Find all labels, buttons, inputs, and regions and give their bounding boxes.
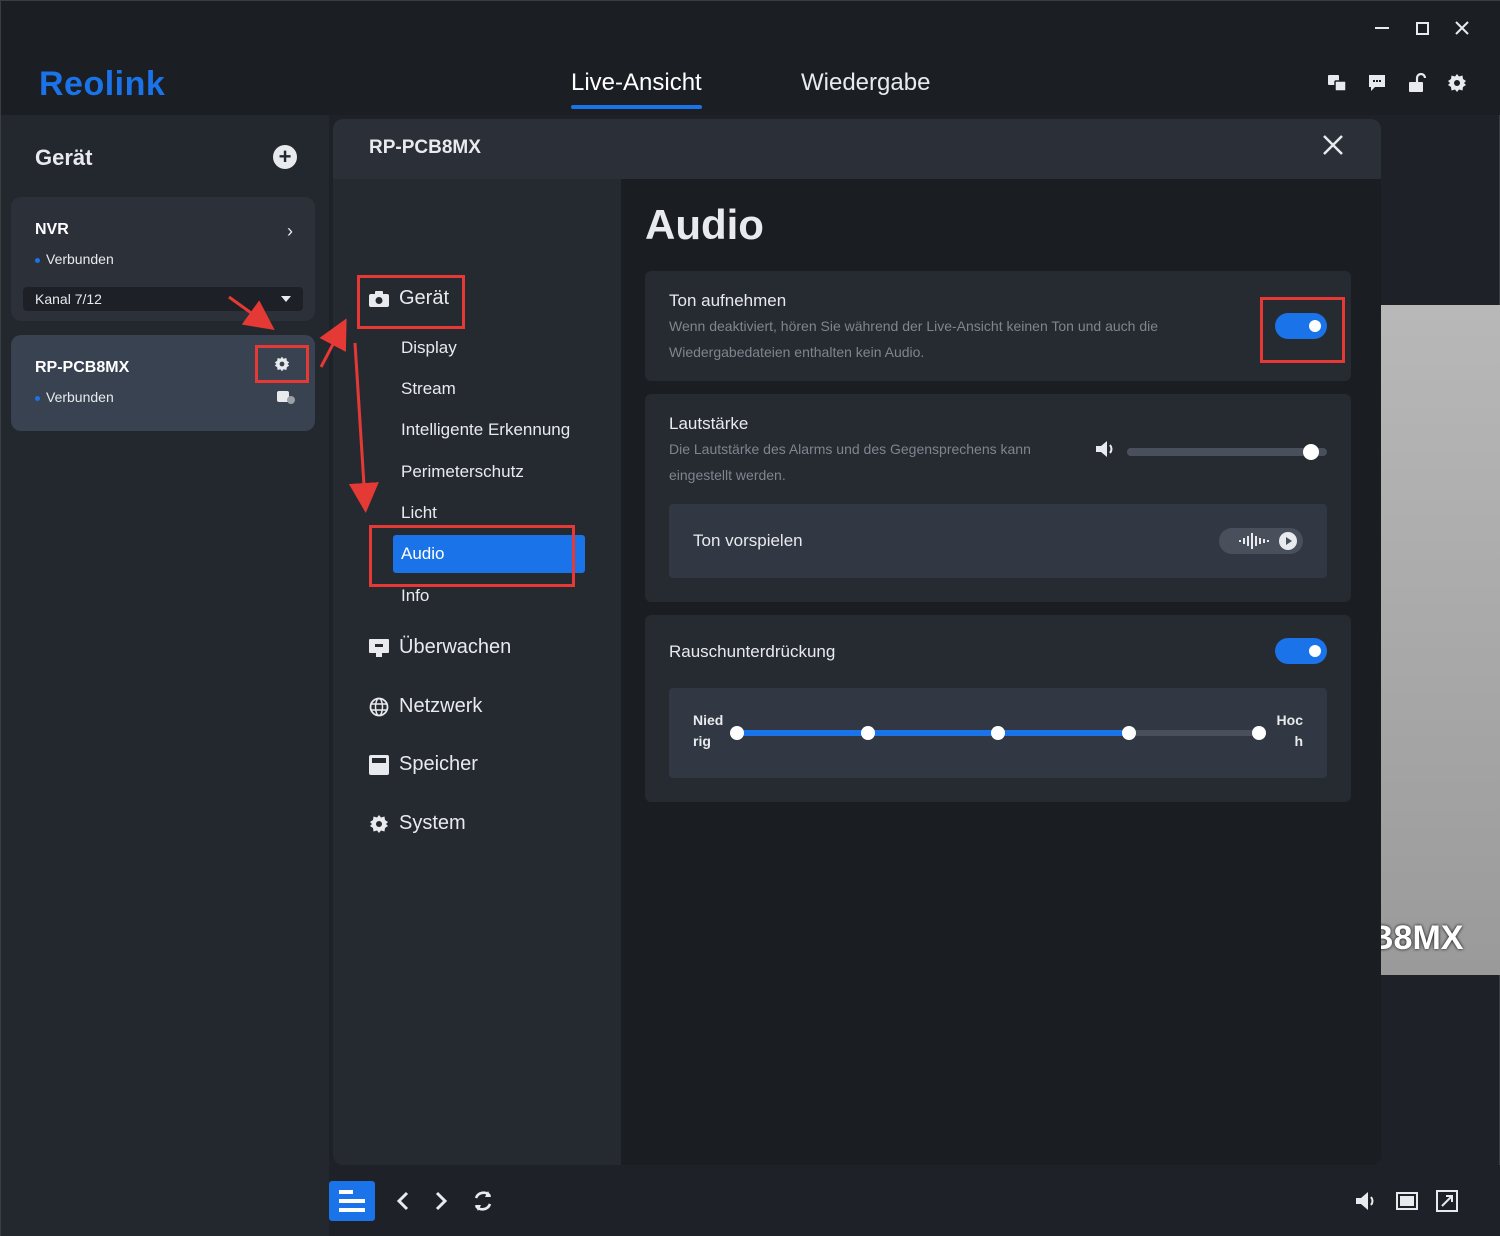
speaker-icon[interactable] [1349, 1183, 1385, 1219]
arrow-to-audio-menu [348, 342, 379, 513]
chevron-right-icon[interactable] [423, 1183, 459, 1219]
layout-button[interactable] [329, 1181, 375, 1221]
layout-icon [339, 1190, 365, 1212]
app-window: Reolink Live-Ansicht Wiedergabe Gerät + [0, 0, 1500, 1236]
refresh-icon[interactable] [465, 1183, 501, 1219]
arrow-to-device-menu [319, 318, 347, 368]
fullscreen-icon[interactable] [1429, 1183, 1465, 1219]
screen-icon[interactable] [1389, 1183, 1425, 1219]
annotation-arrows [228, 295, 379, 513]
chevron-left-icon[interactable] [385, 1183, 421, 1219]
arrow-to-device-settings [228, 295, 275, 331]
bottom-toolbar [329, 1165, 1500, 1236]
